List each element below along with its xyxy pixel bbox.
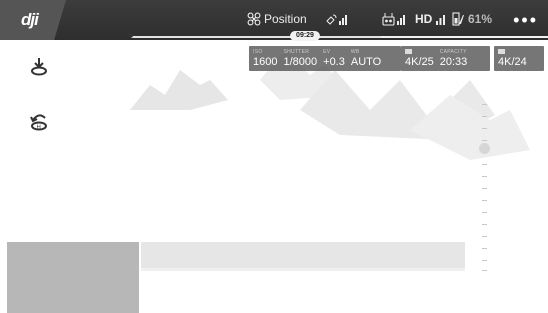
slider-tick — [482, 140, 487, 141]
camera-settings-panel[interactable]: ISO 1600 SHUTTER 1/8000 EV +0.3 WB AUTO — [249, 46, 401, 71]
telemetry-strip — [141, 242, 465, 270]
telemetry-strip-edge — [141, 268, 465, 271]
hd-label: HD — [415, 12, 433, 26]
top-status-bar: dji Position HD 61% ••• 09:29 — [0, 0, 548, 41]
exposure-slider[interactable] — [480, 104, 488, 274]
exposure-slider-knob[interactable] — [479, 143, 490, 154]
capacity-value: 20:33 — [439, 56, 468, 68]
battery-remaining-bar — [130, 36, 548, 38]
video-resolution: 4K/25 — [405, 49, 434, 71]
return-to-home-button[interactable]: H — [28, 111, 50, 133]
iso-setting[interactable]: ISO 1600 — [253, 49, 277, 71]
slider-tick — [482, 248, 487, 249]
return-to-home-icon: H — [30, 114, 47, 131]
video-format-panel[interactable]: 4K/24 — [494, 46, 544, 71]
more-icon[interactable]: ••• — [513, 10, 538, 31]
slider-tick — [482, 260, 487, 261]
flight-mode-label: Position — [264, 12, 307, 26]
resolution-value: 4K/25 — [405, 56, 434, 68]
iso-label: ISO — [253, 49, 263, 55]
hd-signal[interactable]: HD — [415, 12, 447, 26]
slider-tick — [482, 212, 487, 213]
remote-signal-icon — [382, 13, 405, 26]
battery-status[interactable]: 61% — [451, 12, 492, 26]
ev-setting[interactable]: EV +0.3 — [323, 49, 345, 71]
video-format-value: 4K/24 — [498, 56, 527, 68]
satellite-icon — [326, 14, 347, 25]
wb-value: AUTO — [350, 56, 382, 68]
slider-tick — [482, 104, 487, 105]
capacity-panel[interactable]: 4K/25 CAPACITY 20:33 — [401, 46, 490, 71]
wb-label: WB — [350, 49, 360, 55]
slider-tick — [482, 224, 487, 225]
slider-tick — [482, 128, 487, 129]
shutter-label: SHUTTER — [283, 49, 310, 55]
slider-tick — [482, 188, 487, 189]
shutter-setting[interactable]: SHUTTER 1/8000 — [283, 49, 317, 71]
svg-text:H: H — [37, 125, 41, 131]
shutter-value: 1/8000 — [283, 56, 318, 68]
battery-marker — [128, 33, 133, 38]
aircraft-icon — [247, 12, 261, 26]
auto-takeoff-button[interactable] — [28, 56, 50, 78]
slider-tick — [482, 200, 487, 201]
remote-signal[interactable] — [382, 12, 408, 26]
wb-setting[interactable]: WB AUTO — [351, 49, 381, 71]
slider-tick — [482, 116, 487, 117]
ev-value: +0.3 — [323, 56, 345, 68]
video-format: 4K/24 — [498, 49, 527, 71]
camera-icon — [405, 49, 412, 54]
auto-takeoff-icon — [31, 58, 47, 76]
battery-icon — [452, 12, 464, 26]
capacity-info: CAPACITY 20:33 — [440, 49, 468, 71]
flight-mode[interactable]: Position — [247, 12, 307, 26]
slider-tick — [482, 176, 487, 177]
slider-tick — [482, 236, 487, 237]
map-thumbnail[interactable] — [7, 242, 139, 313]
gps-status[interactable] — [325, 12, 349, 26]
camera-icon — [498, 49, 505, 54]
battery-percent: 61% — [468, 12, 493, 26]
iso-value: 1600 — [253, 56, 278, 68]
hd-signal-icon — [436, 15, 446, 25]
ev-label: EV — [323, 49, 331, 55]
capacity-label: CAPACITY — [439, 49, 467, 55]
dji-logo[interactable]: dji — [21, 10, 39, 30]
slider-tick — [482, 270, 487, 271]
slider-tick — [482, 164, 487, 165]
